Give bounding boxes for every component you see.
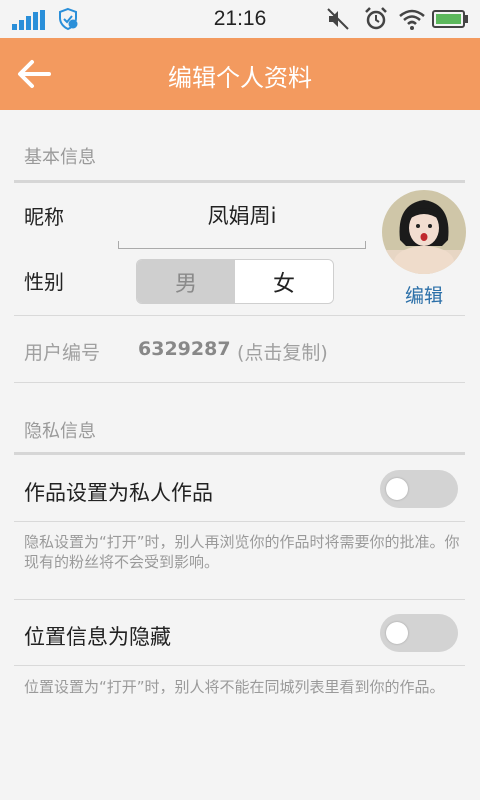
- gender-option-female[interactable]: 女: [235, 260, 333, 303]
- divider: [14, 315, 465, 316]
- copy-hint[interactable]: (点击复制): [237, 338, 328, 365]
- status-bar: 21:16: [0, 0, 480, 38]
- gender-selector: 男 女: [136, 259, 334, 304]
- page-title: 编辑个人资料: [168, 64, 312, 92]
- divider: [14, 180, 465, 183]
- nickname-input[interactable]: 凤娟周i: [118, 200, 366, 230]
- user-id-value[interactable]: 6329287: [138, 338, 231, 360]
- nickname-label: 昵称: [24, 205, 64, 229]
- gender-option-male[interactable]: 男: [137, 260, 235, 303]
- title-bar: 编辑个人资料: [0, 38, 480, 110]
- divider: [14, 665, 465, 666]
- toggle-knob: [386, 478, 408, 500]
- section-header-basic: 基本信息: [24, 147, 96, 168]
- private-works-label: 作品设置为私人作品: [24, 481, 213, 505]
- gender-label: 性别: [24, 270, 64, 294]
- wifi-icon: [399, 9, 425, 30]
- hide-location-toggle[interactable]: [380, 614, 458, 652]
- hide-location-label: 位置信息为隐藏: [24, 625, 171, 649]
- toggle-knob: [386, 622, 408, 644]
- battery-icon: [432, 10, 468, 28]
- mute-icon: [327, 8, 349, 30]
- user-id-label: 用户编号: [24, 342, 101, 364]
- nickname-input-underline: [118, 241, 366, 249]
- hide-location-note: 位置设置为“打开”时，别人将不能在同城列表里看到你的作品。: [24, 678, 445, 696]
- divider: [14, 521, 465, 522]
- private-works-toggle[interactable]: [380, 470, 458, 508]
- avatar-image: [382, 190, 466, 274]
- divider: [14, 452, 465, 455]
- divider: [14, 382, 465, 383]
- avatar[interactable]: [382, 190, 466, 274]
- private-works-note: 隐私设置为“打开”时，别人再浏览你的作品时将需要你的批准。你现有的粉丝将不会受到…: [24, 533, 460, 571]
- section-header-privacy: 隐私信息: [24, 421, 96, 442]
- divider: [14, 599, 465, 600]
- avatar-edit-link[interactable]: 编辑: [382, 281, 466, 308]
- alarm-icon: [365, 7, 387, 30]
